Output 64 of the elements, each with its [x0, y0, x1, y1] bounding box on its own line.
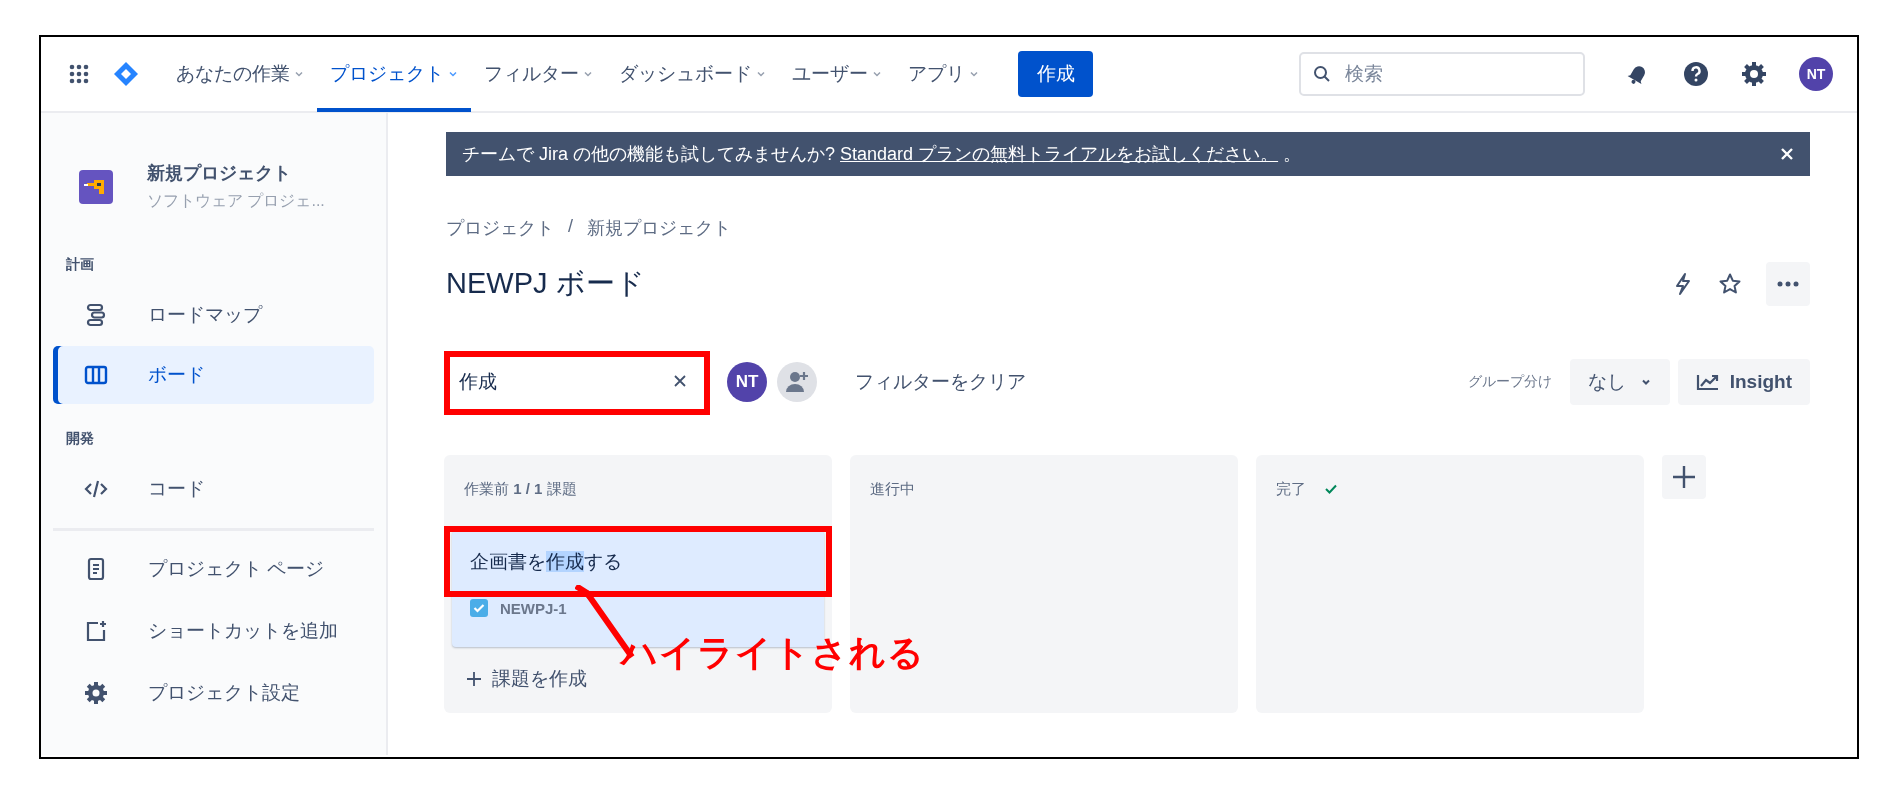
app-grid-icon[interactable]: [69, 64, 89, 84]
insight-button[interactable]: Insight: [1677, 358, 1810, 405]
chevron-down-icon: [583, 69, 593, 79]
group-by-dropdown[interactable]: なし: [1569, 358, 1670, 405]
issue-key: NEWPJ-1: [500, 599, 567, 617]
breadcrumb-link[interactable]: プロジェクト: [446, 216, 554, 240]
user-avatar[interactable]: NT: [1799, 57, 1833, 91]
chevron-down-icon: [448, 69, 458, 79]
diamond-logo-icon[interactable]: [113, 61, 139, 87]
nav-menu-item[interactable]: ダッシュボード: [606, 37, 779, 112]
nav-menu-item[interactable]: ユーザー: [779, 37, 895, 112]
section-heading: 開発: [66, 430, 95, 448]
issue-title: 企画書を作成する: [469, 550, 623, 574]
banner-text: チームで Jira の他の機能も試してみませんか? Standard プランの無料トライアルをお試しください。 。: [462, 143, 1302, 166]
breadcrumb-separator: /: [568, 216, 573, 238]
add-shortcut-icon: [84, 619, 108, 643]
close-icon[interactable]: [1780, 147, 1794, 161]
group-by-label: グループ分け: [1467, 372, 1552, 391]
search-icon: [1313, 65, 1331, 83]
nav-menu-item[interactable]: アプリ: [895, 37, 992, 112]
settings-icon[interactable]: [1741, 61, 1767, 87]
column-title: 完了: [1276, 479, 1306, 499]
settings-icon: [84, 681, 108, 705]
more-dots-icon: [1777, 281, 1799, 287]
plus-icon: [466, 671, 482, 687]
create-button[interactable]: 作成: [1018, 51, 1093, 97]
sidebar-item[interactable]: プロジェクト ページ: [53, 539, 374, 599]
sidebar-item[interactable]: プロジェクト設定: [53, 663, 374, 723]
create-issue-button[interactable]: 課題を作成: [452, 661, 601, 697]
breadcrumb-link[interactable]: 新規プロジェクト: [587, 216, 731, 240]
clear-filters-button[interactable]: フィルターをクリア: [849, 367, 1032, 396]
filter-search-field[interactable]: 作成: [443, 350, 707, 413]
section-heading: 計画: [66, 256, 95, 274]
sidebar-item[interactable]: ボード: [53, 346, 374, 404]
clear-search-icon[interactable]: [673, 374, 687, 388]
sidebar-item[interactable]: ロードマップ: [53, 286, 374, 344]
user-avatar[interactable]: NT: [727, 361, 767, 402]
sidebar-item[interactable]: コード: [53, 460, 374, 518]
trend-chart-icon: [1695, 372, 1720, 391]
project-drill-icon: [79, 169, 113, 204]
search-field[interactable]: 検索: [1299, 52, 1585, 96]
column-title: 進行中: [870, 479, 915, 499]
chevron-down-icon: [969, 69, 979, 79]
add-person-icon[interactable]: [777, 361, 817, 402]
chevron-down-icon: [756, 69, 766, 79]
help-icon[interactable]: [1683, 61, 1709, 87]
project-type: ソフトウェア プロジェ...: [147, 191, 325, 211]
more-options-button[interactable]: [1766, 262, 1810, 306]
add-column-button[interactable]: [1662, 455, 1706, 499]
trial-link[interactable]: Standard プランの無料トライアルをお試しください。: [840, 144, 1279, 164]
task-type-icon: [470, 599, 488, 617]
project-name: 新規プロジェクト: [147, 162, 292, 185]
nav-menu-item[interactable]: プロジェクト: [317, 37, 471, 112]
star-icon[interactable]: [1718, 272, 1742, 296]
chevron-down-icon: [294, 69, 304, 79]
column-title: 作業前 1 / 1 課題: [464, 479, 577, 499]
nav-menu-item[interactable]: あなたの作業: [163, 37, 317, 112]
roadmap-icon: [84, 303, 108, 327]
board-columns-icon: [84, 363, 108, 387]
nav-menu-item[interactable]: フィルター: [471, 37, 606, 112]
board-title: NEWPJ ボード: [446, 266, 645, 301]
plus-icon: [1671, 464, 1697, 490]
sidebar-item[interactable]: ショートカットを追加: [53, 601, 374, 661]
chevron-down-icon: [872, 69, 882, 79]
